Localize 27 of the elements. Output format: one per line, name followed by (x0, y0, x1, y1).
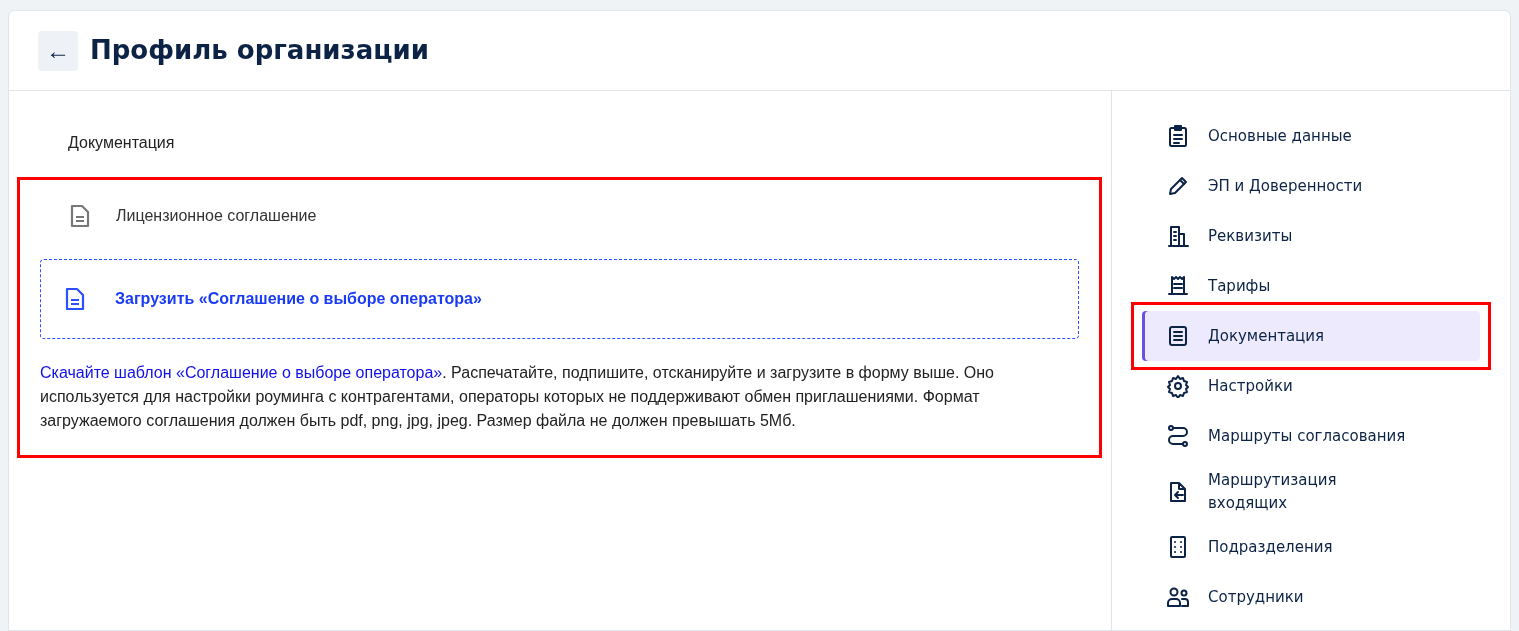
sidebar-item[interactable]: Настройки (1142, 361, 1480, 411)
page-title: Профиль организации (90, 34, 429, 67)
people-icon (1166, 585, 1190, 609)
document-icon (65, 287, 85, 311)
template-download-link[interactable]: Скачайте шаблон «Соглашение о выборе оператора» (40, 364, 443, 381)
sidebar-item[interactable]: Сотрудники (1142, 572, 1480, 622)
sidebar-item[interactable]: ЭП и Доверенности (1142, 161, 1480, 211)
document-icon (70, 204, 90, 228)
sidebar-item[interactable]: Документация (1142, 311, 1480, 361)
sidebar-item[interactable]: Маршрутизация входящих (1142, 461, 1480, 522)
sidebar-item[interactable]: Маршруты согласования (1142, 411, 1480, 461)
settings-icon (1166, 374, 1190, 398)
back-button[interactable]: ← (38, 30, 78, 71)
document-link[interactable]: Лицензионное соглашение (116, 204, 317, 228)
pencil-icon (1166, 174, 1190, 198)
clipboard-icon (1166, 124, 1190, 148)
building-icon (1166, 224, 1190, 248)
section-title: Документация (67, 133, 176, 153)
upload-dropzone[interactable]: Загрузить «Соглашение о выборе оператора» (40, 259, 1079, 339)
help-text: Скачайте шаблон «Соглашение о выборе оператора». Распечатайте, подпишите, отсканируйте и загрузите в форму выше. Оно используется для настройки роуминга с контрагентами, операторы которых не поддерживают обмен приглашениями. Формат загружаемого соглашения должен быть pdf, png, jpg, jpeg. Размер файла не должен превышать 5Мб. (40, 363, 995, 431)
sidebar-item[interactable]: Тарифы (1142, 261, 1480, 311)
receipt-icon (1166, 274, 1190, 298)
document-icon (1166, 324, 1190, 348)
sidebar-item[interactable]: Подразделения (1142, 522, 1480, 572)
sidebar-item[interactable]: Реквизиты (1142, 211, 1480, 261)
route-icon (1166, 424, 1190, 448)
sidebar-item[interactable]: Основные данные (1142, 111, 1480, 161)
